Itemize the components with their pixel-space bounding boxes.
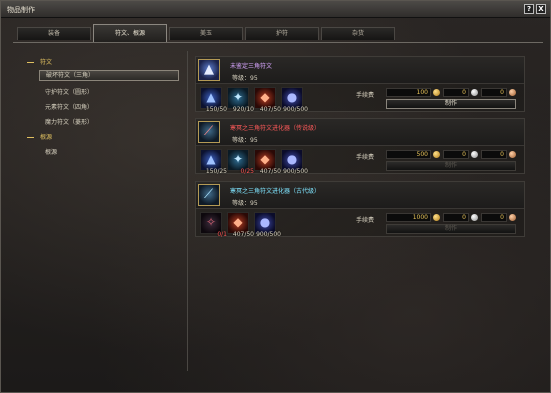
copper-amount: 0 xyxy=(481,213,507,222)
recipe-name: 寒冥之三角符文进化器（传说级） xyxy=(230,125,321,132)
recipe-level: 等级：95 xyxy=(232,137,258,144)
gold-coin-icon xyxy=(433,151,440,158)
dark-rune-shard-icon[interactable]: ✧ 0/1 xyxy=(200,212,227,238)
material-count: 0/1 xyxy=(217,231,227,238)
copper-amount: 0 xyxy=(481,150,507,159)
red-crystal-icon[interactable]: ◆ 407/50 xyxy=(254,87,281,113)
copper-coin-icon xyxy=(509,214,516,221)
rune-evolver-wand-icon[interactable]: ⟋ xyxy=(198,121,220,143)
silver-coin-icon xyxy=(471,151,478,158)
craft-button[interactable]: 制作 xyxy=(386,161,516,171)
material-count: 900/500 xyxy=(256,231,281,238)
silver-coin-icon xyxy=(471,214,478,221)
recipe-tree: 符文 破坏符文（三角） 守护符文（圆形） 元素符文（四角） 魔力符文（菱形） 根… xyxy=(17,51,188,371)
category-label: 根源 xyxy=(40,134,53,141)
title-bar[interactable]: 物品制作 ? X xyxy=(1,1,550,18)
gold-amount: 500 xyxy=(386,150,431,159)
fee-label: 手续费 xyxy=(356,92,375,99)
tab-misc[interactable]: 杂货 xyxy=(321,27,395,40)
material-count: 900/500 xyxy=(283,168,308,175)
tree-category-runes[interactable]: 符文 xyxy=(27,57,52,66)
blue-orb-icon[interactable]: ● 900/500 xyxy=(281,149,308,175)
recipe-level: 等级：95 xyxy=(232,200,258,207)
silver-coin-icon xyxy=(471,89,478,96)
category-label: 符文 xyxy=(40,59,53,66)
blue-rune-crystal-icon[interactable]: ▲ 150/50 xyxy=(200,87,227,113)
silver-amount: 0 xyxy=(443,213,469,222)
recipe-card: ⟋ 寒冥之三角符文进化器（古代级） 等级：95 ✧ 0/1 ◆ 407/50 ● 90… xyxy=(195,181,525,238)
cyan-rune-essence-icon[interactable]: ✦ 920/10 xyxy=(227,87,254,113)
close-button[interactable]: X xyxy=(536,4,546,14)
tree-item-guardian-rune[interactable]: 守护符文（圆形） xyxy=(45,87,93,96)
gold-coin-icon xyxy=(433,89,440,96)
craft-button[interactable]: 制作 xyxy=(386,99,516,109)
tree-category-roots[interactable]: 根源 xyxy=(27,132,52,141)
red-crystal-icon[interactable]: ◆ 407/50 xyxy=(254,149,281,175)
copper-amount: 0 xyxy=(481,88,507,97)
copper-coin-icon xyxy=(509,151,516,158)
fee-label: 手续费 xyxy=(356,154,375,161)
help-button[interactable]: ? xyxy=(524,4,534,14)
tree-item-magic-rune[interactable]: 魔力符文（菱形） xyxy=(45,117,93,126)
tree-item-root[interactable]: 根源 xyxy=(45,147,57,156)
gold-amount: 100 xyxy=(386,88,431,97)
red-crystal-icon[interactable]: ◆ 407/50 xyxy=(227,212,254,238)
material-count: 920/10 xyxy=(232,106,254,113)
copper-coin-icon xyxy=(509,89,516,96)
blue-rune-crystal-icon[interactable]: ▲ 150/25 xyxy=(200,149,227,175)
fee-label: 手续费 xyxy=(356,217,375,224)
cyan-rune-essence-icon[interactable]: ✦ 0/25 xyxy=(227,149,254,175)
collapse-icon xyxy=(27,62,34,63)
sealed-rune-icon[interactable]: ▲ xyxy=(198,59,220,81)
window-title: 物品制作 xyxy=(7,6,35,14)
tab-amulet[interactable]: 护符 xyxy=(245,27,319,40)
material-count: 900/500 xyxy=(283,106,308,113)
material-count: 150/50 xyxy=(205,106,227,113)
recipe-level: 等级：95 xyxy=(232,75,258,82)
material-count: 150/25 xyxy=(205,168,227,175)
craft-button[interactable]: 制作 xyxy=(386,224,516,234)
blue-orb-icon[interactable]: ● 900/500 xyxy=(254,212,281,238)
recipe-header: ⟋ 寒冥之三角符文进化器（传说级） 等级：95 xyxy=(196,119,524,146)
tab-jade[interactable]: 美玉 xyxy=(169,27,243,40)
blue-orb-icon[interactable]: ● 900/500 xyxy=(281,87,308,113)
recipe-list: ▲ 未鉴定三角符文 等级：95 ▲ 150/50 ✦ 920/10 ◆ 407/50 … xyxy=(191,51,543,371)
gold-amount: 1000 xyxy=(386,213,431,222)
material-count: 0/25 xyxy=(240,168,254,175)
tab-runes-roots[interactable]: 符文、根源 xyxy=(93,24,167,42)
recipe-name: 寒冥之三角符文进化器（古代级） xyxy=(230,188,321,195)
crafting-window: 物品制作 ? X 装备 符文、根源 美玉 护符 杂货 符文 破坏符文（三角） 守… xyxy=(0,0,551,393)
gold-coin-icon xyxy=(433,214,440,221)
silver-amount: 0 xyxy=(443,150,469,159)
tree-item-element-rune[interactable]: 元素符文（四角） xyxy=(45,102,93,111)
tab-equipment[interactable]: 装备 xyxy=(17,27,91,40)
recipe-card: ▲ 未鉴定三角符文 等级：95 ▲ 150/50 ✦ 920/10 ◆ 407/50 … xyxy=(195,56,525,113)
silver-amount: 0 xyxy=(443,88,469,97)
recipe-card: ⟋ 寒冥之三角符文进化器（传说级） 等级：95 ▲ 150/25 ✦ 0/25 ◆ 4… xyxy=(195,118,525,175)
recipe-header: ▲ 未鉴定三角符文 等级：95 xyxy=(196,57,524,84)
recipe-header: ⟋ 寒冥之三角符文进化器（古代级） 等级：95 xyxy=(196,182,524,209)
recipe-name: 未鉴定三角符文 xyxy=(230,63,273,70)
collapse-icon xyxy=(27,137,34,138)
material-count: 407/50 xyxy=(232,231,254,238)
material-count: 407/50 xyxy=(259,168,281,175)
tab-divider xyxy=(13,42,543,43)
tree-item-destruction-rune[interactable]: 破坏符文（三角） xyxy=(39,70,179,81)
rune-evolver-wand-icon[interactable]: ⟋ xyxy=(198,184,220,206)
material-count: 407/50 xyxy=(259,106,281,113)
